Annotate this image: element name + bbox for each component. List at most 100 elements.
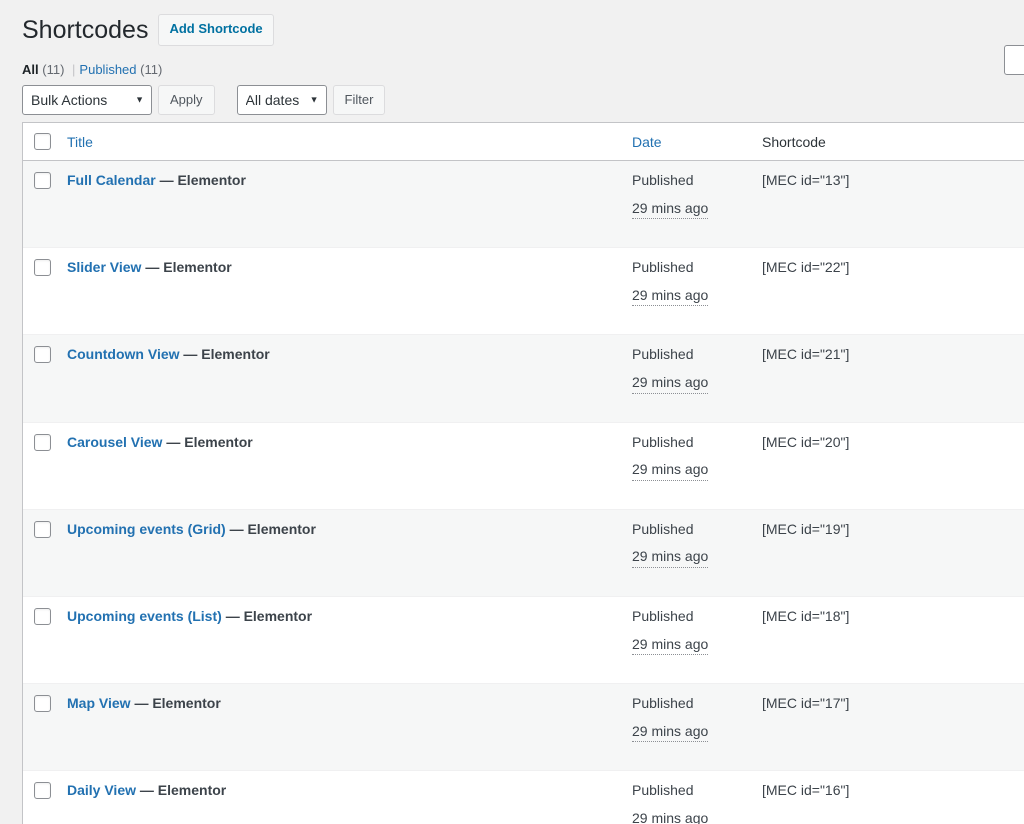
add-shortcode-button[interactable]: Add Shortcode	[158, 13, 274, 46]
filter-button[interactable]: Filter	[332, 85, 386, 115]
row-select-checkbox[interactable]	[34, 782, 51, 800]
table-row: Full Calendar — Elementor Published 29 min…	[23, 161, 1024, 248]
row-status-text: Published	[632, 433, 694, 450]
row-checkbox-cell	[23, 770, 67, 824]
row-title-suffix: — Elementor	[139, 782, 227, 799]
row-shortcode-cell: [MEC id="22"]	[762, 247, 1024, 334]
bulk-actions-group: Bulk Actions ▼ Apply	[22, 85, 215, 115]
row-date-cell: Published 29 mins ago	[632, 334, 762, 421]
row-select-checkbox[interactable]	[34, 433, 51, 451]
row-select-checkbox[interactable]	[34, 520, 51, 538]
date-filter-select[interactable]: All dates	[236, 85, 327, 115]
admin-page-wrap: Shortcodes Add Shortcode All (11) | Publ…	[0, 0, 1024, 824]
select-all-checkbox[interactable]	[34, 133, 51, 150]
row-relative-time: 29 mins ago	[632, 635, 709, 656]
row-title-link[interactable]: Slider View	[67, 259, 141, 275]
shortcodes-table: Title Date Shortcode Full Calendar — Ele…	[22, 122, 1024, 824]
row-relative-time: 29 mins ago	[632, 373, 709, 394]
row-date-cell: Published 29 mins ago	[632, 247, 762, 334]
row-title-link[interactable]: Upcoming events (Grid)	[67, 521, 226, 537]
row-checkbox-cell	[23, 247, 67, 334]
row-select-checkbox[interactable]	[34, 259, 51, 277]
row-title-link[interactable]: Full Calendar	[67, 172, 156, 188]
row-title-cell: Carousel View — Elementor	[67, 421, 632, 509]
row-shortcode-cell: [MEC id="20"]	[762, 421, 1024, 509]
table-row: Upcoming events (Grid) — Elementor Publis…	[23, 508, 1024, 596]
view-filter-published: Published (11)	[79, 57, 162, 83]
row-title-cell: Upcoming events (Grid) — Elementor	[67, 508, 632, 596]
row-title-link[interactable]: Carousel View	[67, 434, 162, 450]
row-select-checkbox[interactable]	[34, 346, 51, 364]
row-select-checkbox[interactable]	[34, 695, 51, 713]
row-date-cell: Published 29 mins ago	[632, 770, 762, 824]
row-shortcode-cell: [MEC id="21"]	[762, 334, 1024, 421]
row-status-text: Published	[632, 607, 694, 624]
row-title-cell: Countdown View — Elementor	[67, 334, 632, 421]
search-input[interactable]	[1004, 45, 1024, 75]
row-title-link[interactable]: Upcoming events (List)	[67, 608, 222, 624]
row-checkbox-cell	[23, 595, 67, 683]
row-title-suffix: — Elementor	[229, 520, 316, 537]
page-title: Shortcodes	[22, 16, 149, 44]
row-title-link[interactable]: Countdown View	[67, 346, 180, 362]
view-filter-published-link[interactable]: Published	[79, 62, 136, 77]
row-shortcode-cell: [MEC id="18"]	[762, 595, 1024, 683]
row-status-text: Published	[632, 782, 694, 799]
row-checkbox-cell	[23, 683, 67, 770]
row-shortcode-cell: [MEC id="17"]	[762, 683, 1024, 770]
row-select-checkbox[interactable]	[34, 607, 51, 625]
column-header-checkbox	[23, 123, 67, 161]
row-status-text: Published	[632, 520, 694, 537]
row-title-link[interactable]: Daily View	[67, 782, 136, 798]
table-row: Slider View — Elementor Published 29 mins …	[23, 247, 1024, 335]
row-relative-time: 29 mins ago	[632, 460, 709, 481]
row-relative-time: 29 mins ago	[632, 722, 709, 743]
column-header-title: Title	[67, 123, 632, 161]
row-checkbox-cell	[23, 421, 67, 509]
row-title-suffix: — Elementor	[183, 346, 270, 363]
bulk-action-select-wrap: Bulk Actions ▼	[22, 85, 152, 115]
row-relative-time: 29 mins ago	[632, 286, 709, 307]
table-body: Full Calendar — Elementor Published 29 min…	[23, 161, 1024, 824]
row-title-cell: Full Calendar — Elementor	[67, 161, 632, 247]
row-status-text: Published	[632, 695, 694, 712]
row-title-suffix: — Elementor	[145, 259, 232, 276]
column-header-title-link[interactable]: Title	[67, 134, 93, 150]
row-title-link[interactable]: Map View	[67, 695, 131, 711]
table-header-row: Title Date Shortcode	[23, 123, 1024, 161]
row-status-text: Published	[632, 346, 694, 363]
row-title-suffix: — Elementor	[225, 607, 313, 624]
row-checkbox-cell	[23, 334, 67, 421]
row-title-cell: Map View — Elementor	[67, 683, 632, 770]
row-shortcode-cell: [MEC id="19"]	[762, 508, 1024, 596]
row-title-cell: Daily View — Elementor	[67, 770, 632, 824]
view-filter-links: All (11) | Published (11)	[22, 57, 162, 83]
row-shortcode-cell: [MEC id="16"]	[762, 770, 1024, 824]
row-title-suffix: — Elementor	[166, 433, 253, 450]
row-checkbox-cell	[23, 161, 67, 247]
row-date-cell: Published 29 mins ago	[632, 161, 762, 247]
view-filter-all-link[interactable]: All	[22, 62, 39, 77]
table-row: Daily View — Elementor Published 29 mins a…	[23, 770, 1024, 824]
date-filter-group: All dates ▼ Filter	[236, 85, 386, 115]
column-header-date-link[interactable]: Date	[632, 134, 662, 150]
row-date-cell: Published 29 mins ago	[632, 508, 762, 596]
view-filter-separator: |	[72, 62, 76, 77]
row-title-suffix: — Elementor	[134, 695, 221, 712]
row-relative-time: 29 mins ago	[632, 547, 709, 568]
table-row: Upcoming events (List) — Elementor Publis…	[23, 595, 1024, 684]
apply-button[interactable]: Apply	[158, 85, 215, 115]
view-filter-all: All (11) |	[22, 57, 79, 83]
row-date-cell: Published 29 mins ago	[632, 683, 762, 770]
column-header-date: Date	[632, 123, 762, 161]
view-filter-all-count: (11)	[42, 62, 65, 77]
view-filter-published-count: (11)	[140, 62, 163, 77]
table-row: Map View — Elementor Published 29 mins ago…	[23, 683, 1024, 771]
row-title-cell: Upcoming events (List) — Elementor	[67, 595, 632, 683]
row-relative-time: 29 mins ago	[632, 809, 708, 824]
row-select-checkbox[interactable]	[34, 172, 51, 189]
row-status-text: Published	[632, 259, 694, 276]
row-shortcode-cell: [MEC id="13"]	[762, 172, 850, 188]
table-head: Title Date Shortcode	[23, 123, 1024, 161]
bulk-actions-select[interactable]: Bulk Actions	[22, 85, 152, 115]
